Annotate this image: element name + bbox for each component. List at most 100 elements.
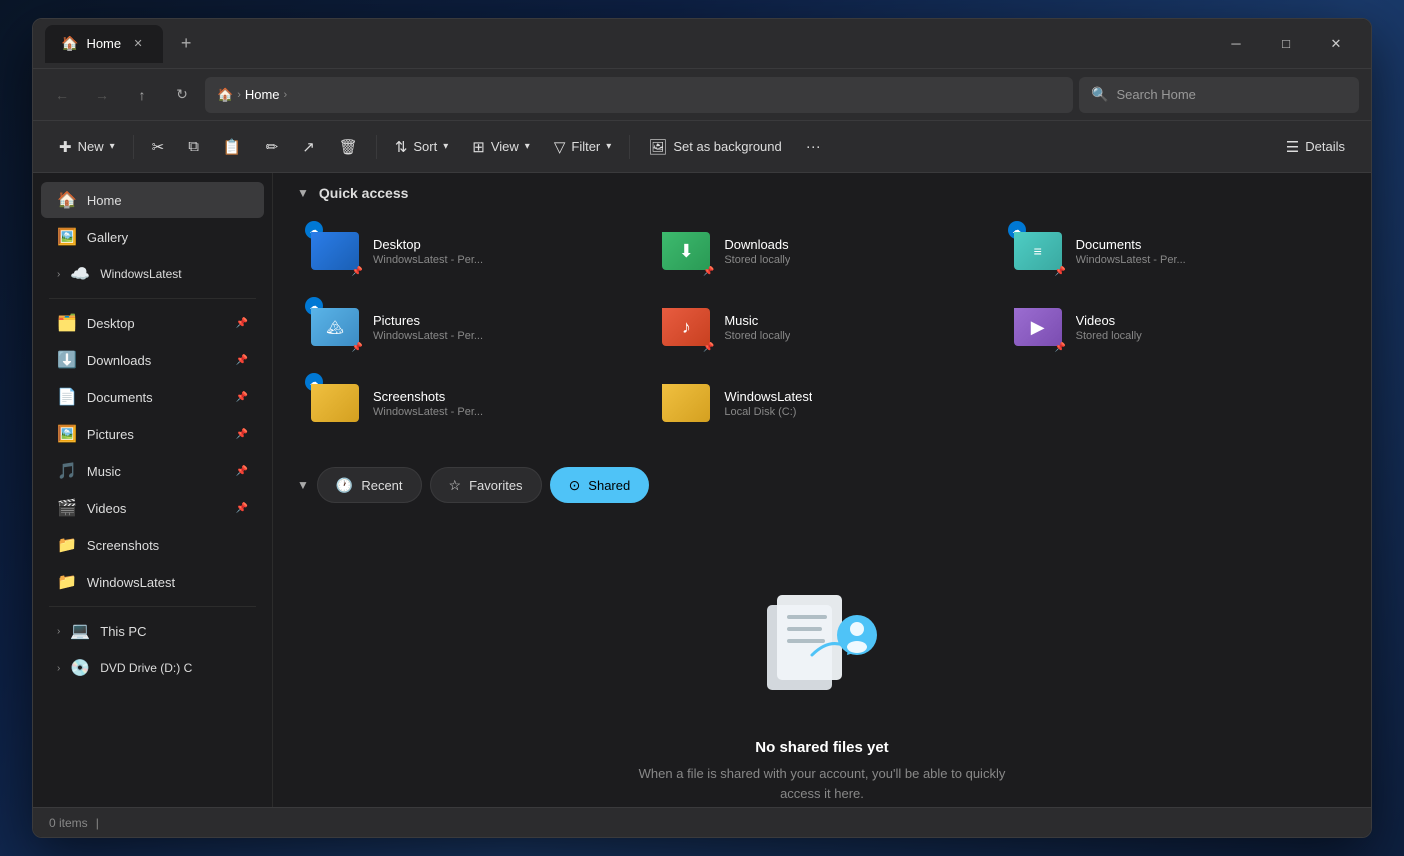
copy-icon: ⧉	[188, 138, 199, 155]
copy-button[interactable]: ⧉	[178, 129, 209, 165]
screenshots-file-info: Screenshots WindowsLatest - Per...	[373, 389, 483, 418]
favorites-tab[interactable]: ☆ Favorites	[430, 467, 542, 503]
sidebar-item-windowslatest-cloud[interactable]: › ☁️ WindowsLatest	[41, 256, 264, 292]
quick-access-label: Quick access	[319, 185, 409, 201]
recent-tab[interactable]: 🕐 Recent	[317, 467, 422, 503]
new-dropdown-icon: ▾	[110, 141, 115, 152]
navigation-bar: ← → ↑ ↻ 🏠 › Home › 🔍 Search Home	[33, 69, 1371, 121]
refresh-button[interactable]: ↻	[165, 78, 199, 112]
sidebar-item-videos[interactable]: 🎬 Videos 📌	[41, 490, 264, 526]
sort-icon: ⇅	[395, 138, 408, 156]
sidebar-item-pictures[interactable]: 🖼️ Pictures 📌	[41, 416, 264, 452]
more-options-button[interactable]: ···	[796, 129, 831, 165]
windowslatest-file-sub: Local Disk (C:)	[724, 406, 812, 418]
sidebar-item-downloads[interactable]: ⬇️ Downloads 📌	[41, 342, 264, 378]
filter-button[interactable]: ▽ Filter ▾	[544, 129, 621, 165]
minimize-button[interactable]: ─	[1213, 28, 1259, 60]
back-button[interactable]: ←	[45, 78, 79, 112]
sidebar-item-gallery[interactable]: 🖼️ Gallery	[41, 219, 264, 255]
delete-button[interactable]: 🗑	[329, 129, 368, 165]
refresh-icon: ↻	[176, 86, 188, 103]
sidebar-item-gallery-label: Gallery	[87, 230, 128, 245]
sidebar-item-home[interactable]: 🏠 Home	[41, 182, 264, 218]
delete-icon: 🗑	[339, 138, 358, 156]
music-pin-icon: 📌	[236, 466, 248, 477]
new-button[interactable]: ✚ New ▾	[49, 129, 125, 165]
paste-button[interactable]: 📋	[213, 129, 252, 165]
maximize-icon: □	[1282, 36, 1290, 51]
toolbar-divider-1	[133, 135, 134, 159]
rename-icon: ✏	[266, 138, 279, 156]
active-tab[interactable]: 🏠 Home ✕	[45, 25, 163, 63]
tab-close-button[interactable]: ✕	[129, 35, 147, 53]
file-item-screenshots[interactable]: ☁ Screenshots WindowsLatest - Per...	[297, 367, 644, 439]
items-count: 0 items	[49, 816, 88, 830]
quick-access-header: ▼ Quick access	[273, 173, 1371, 211]
empty-illustration	[752, 575, 892, 715]
close-button[interactable]: ✕	[1313, 28, 1359, 60]
pictures-file-info: Pictures WindowsLatest - Per...	[373, 313, 483, 342]
music-file-pin: 📌	[703, 342, 714, 353]
sidebar-item-documents[interactable]: 📄 Documents 📌	[41, 379, 264, 415]
view-button[interactable]: ⊞ View ▾	[462, 129, 540, 165]
sidebar-item-windowslatest-local[interactable]: 📁 WindowsLatest	[41, 564, 264, 600]
sidebar-item-desktop[interactable]: 🗂️ Desktop 📌	[41, 305, 264, 341]
rename-button[interactable]: ✏	[256, 129, 289, 165]
add-tab-icon: +	[181, 33, 192, 54]
search-placeholder: Search Home	[1116, 87, 1195, 102]
sidebar-item-dvd-label: DVD Drive (D:) C	[100, 661, 192, 675]
file-item-downloads[interactable]: ⬇ 📌 Downloads Stored locally	[648, 215, 995, 287]
new-tab-button[interactable]: +	[171, 29, 201, 59]
details-button[interactable]: ☰ Details	[1276, 129, 1355, 165]
set-background-button[interactable]: 🖼 Set as background	[638, 129, 791, 165]
window-controls: ─ □ ✕	[1213, 28, 1359, 60]
pictures-file-sub: WindowsLatest - Per...	[373, 330, 483, 342]
file-item-videos[interactable]: ▶ 📌 Videos Stored locally	[1000, 291, 1347, 363]
sort-button[interactable]: ⇅ Sort ▾	[385, 129, 458, 165]
file-item-music[interactable]: ♪ 📌 Music Stored locally	[648, 291, 995, 363]
sidebar-item-this-pc[interactable]: › 💻 This PC	[41, 613, 264, 649]
breadcrumb-sep2: ›	[284, 89, 288, 101]
cut-button[interactable]: ✂	[142, 129, 175, 165]
up-button[interactable]: ↑	[125, 78, 159, 112]
up-icon: ↑	[139, 87, 146, 103]
file-item-desktop[interactable]: ☁ 📌 Desktop WindowsLatest - Per...	[297, 215, 644, 287]
sidebar-item-dvd-drive[interactable]: › 💿 DVD Drive (D:) C	[41, 650, 264, 686]
forward-button[interactable]: →	[85, 78, 119, 112]
status-separator: |	[96, 816, 99, 830]
quick-access-collapse-icon[interactable]: ▼	[297, 186, 309, 200]
pictures-icon-wrap: ☁ 🏔 📌	[309, 301, 361, 353]
filter-collapse-icon[interactable]: ▼	[297, 478, 309, 492]
documents-folder-icon: 📄	[57, 387, 77, 407]
breadcrumb[interactable]: 🏠 › Home ›	[205, 77, 1073, 113]
desktop-file-name: Desktop	[373, 237, 483, 252]
cut-icon: ✂	[152, 138, 165, 156]
share-button[interactable]: ↗	[292, 129, 325, 165]
file-item-pictures[interactable]: ☁ 🏔 📌 Pictures WindowsLatest - Per...	[297, 291, 644, 363]
favorites-icon: ☆	[449, 477, 462, 494]
desktop-folder-icon: 🗂️	[57, 313, 77, 333]
sidebar-item-pictures-label: Pictures	[87, 427, 134, 442]
share-icon: ↗	[302, 138, 315, 156]
status-bar: 0 items |	[33, 807, 1371, 837]
dvd-expand-icon: ›	[57, 663, 60, 674]
downloads-file-name: Downloads	[724, 237, 790, 252]
file-item-documents[interactable]: ☁ ≡ 📌 Documents WindowsLatest - Per...	[1000, 215, 1347, 287]
search-bar[interactable]: 🔍 Search Home	[1079, 77, 1359, 113]
downloads-pin-icon: 📌	[236, 355, 248, 366]
shared-tab[interactable]: ⊙ Shared	[550, 467, 650, 503]
downloads-file-info: Downloads Stored locally	[724, 237, 790, 266]
maximize-button[interactable]: □	[1263, 28, 1309, 60]
screenshots-icon-wrap: ☁	[309, 377, 361, 429]
recent-label: Recent	[361, 478, 402, 493]
minimize-icon: ─	[1231, 36, 1240, 51]
details-label: Details	[1305, 139, 1345, 154]
expand-icon: ›	[57, 269, 60, 280]
windowslatest-folder-shape	[662, 384, 710, 422]
sort-label: Sort	[413, 139, 437, 154]
sidebar-item-music[interactable]: 🎵 Music 📌	[41, 453, 264, 489]
sidebar-item-screenshots[interactable]: 📁 Screenshots	[41, 527, 264, 563]
file-item-windowslatest[interactable]: WindowsLatest Local Disk (C:)	[648, 367, 995, 439]
back-icon: ←	[55, 87, 69, 103]
sidebar-item-home-label: Home	[87, 193, 122, 208]
